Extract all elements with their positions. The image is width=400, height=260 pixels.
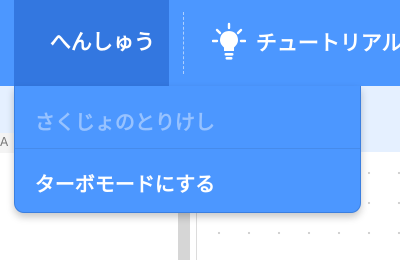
screen: A へんしゅう チュートリアル さくじょのとりけし ターボモードにする	[0, 0, 400, 260]
menu-separator	[15, 148, 360, 149]
menubar: へんしゅう チュートリアル	[0, 0, 400, 86]
menu-item-turbo-mode[interactable]: ターボモードにする	[15, 168, 360, 197]
menubar-divider	[183, 12, 184, 74]
workspace-edge-text: A	[0, 135, 9, 149]
edit-dropdown-menu: さくじょのとりけし ターボモードにする	[14, 86, 361, 213]
edit-menu-button[interactable]: へんしゅう	[14, 0, 169, 86]
lightbulb-icon	[212, 22, 246, 60]
edit-menu-label: へんしゅう	[50, 30, 155, 54]
tutorial-label: チュートリアル	[256, 31, 400, 55]
tutorial-button[interactable]: チュートリアル	[212, 22, 400, 62]
menu-item-restore-deleted: さくじょのとりけし	[35, 110, 215, 134]
workspace-tab-edge: A	[0, 133, 15, 153]
